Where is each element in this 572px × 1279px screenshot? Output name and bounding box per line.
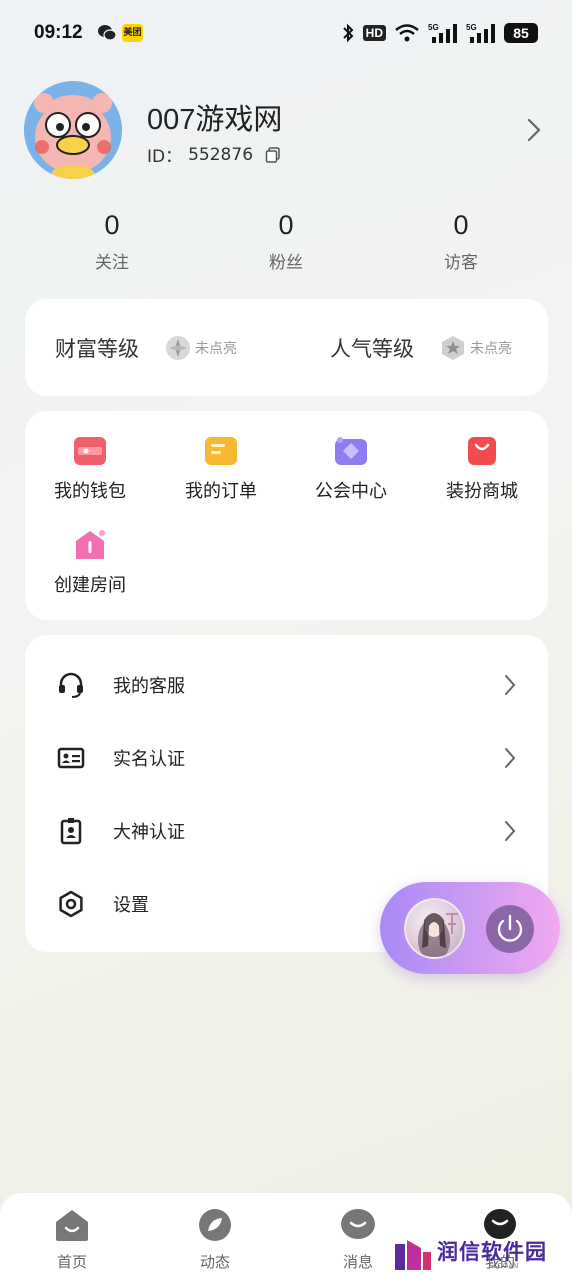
menu-label: 实名认证 — [113, 748, 185, 770]
signal-5g-icon: 5G — [466, 23, 495, 43]
menu-label: 设置 — [113, 894, 149, 916]
menu-label: 大神认证 — [113, 821, 185, 843]
meituan-icon: 美团 — [122, 24, 143, 42]
battery-icon: 85 — [504, 23, 538, 43]
profile-id-label: ID： — [147, 147, 183, 167]
wifi-icon — [395, 24, 419, 42]
watermark-text: 润信软件园 — [437, 1240, 547, 1264]
shortcut-shop[interactable]: 装扮商城 — [427, 435, 537, 503]
create-room-icon — [76, 530, 105, 559]
id-card-icon — [57, 747, 85, 768]
wealth-level[interactable]: 财富等级 未点亮 — [55, 299, 237, 396]
menu-label: 我的客服 — [113, 675, 185, 697]
chevron-right-icon[interactable] — [526, 117, 542, 143]
status-right: HD 5G 5G 85 — [341, 22, 538, 44]
svg-text:5G: 5G — [428, 23, 439, 32]
shortcut-label: 创建房间 — [54, 575, 126, 596]
menu-item-expert-verify[interactable]: 大神认证 — [25, 794, 548, 867]
stat-value: 0 — [104, 210, 120, 240]
level-status: 未点亮 — [470, 340, 512, 357]
status-bar: 09:12 美团 HD 5G 5G 85 — [0, 0, 572, 66]
power-icon — [497, 914, 523, 942]
level-title: 财富等级 — [55, 336, 139, 361]
chevron-right-icon — [505, 820, 516, 841]
watermark-logo-icon — [395, 1240, 431, 1270]
headset-icon — [59, 672, 83, 698]
gear-icon — [59, 890, 83, 917]
floating-room-widget[interactable] — [380, 882, 560, 974]
badge-card-icon — [60, 817, 82, 844]
shop-bag-icon — [468, 437, 496, 465]
avatar-pig-icon — [24, 81, 122, 179]
tab-feed[interactable]: 动态 — [175, 1207, 255, 1272]
copy-icon[interactable] — [265, 146, 281, 163]
tab-label: 动态 — [199, 1253, 230, 1271]
guild-icon — [335, 437, 367, 465]
stat-value: 0 — [278, 210, 294, 240]
watermark-slogan: SLOGAN — [489, 1263, 519, 1270]
hd-icon: HD — [362, 25, 386, 41]
chevron-right-icon — [505, 674, 516, 695]
stat-label: 关注 — [95, 253, 129, 273]
menu-item-real-name[interactable]: 实名认证 — [25, 721, 548, 794]
chevron-right-icon — [505, 747, 516, 768]
stat-label: 访客 — [444, 253, 478, 273]
profile-id: ID： 552876 — [147, 142, 281, 167]
shortcut-label: 我的钱包 — [54, 481, 126, 502]
shortcut-card: 我的钱包 我的订单 公会中心 装扮商城 创建房间 — [25, 411, 548, 620]
shortcut-label: 装扮商城 — [446, 481, 518, 502]
level-card: 财富等级 未点亮 人气等级 未点亮 — [25, 299, 548, 396]
profile-name: 007游戏网 — [147, 104, 283, 136]
wealth-badge-icon — [166, 335, 190, 360]
svg-text:5G: 5G — [466, 23, 477, 32]
shortcut-label: 我的订单 — [185, 481, 257, 502]
bluetooth-icon — [342, 23, 354, 43]
home-icon — [56, 1210, 88, 1241]
shortcut-orders[interactable]: 我的订单 — [166, 435, 276, 503]
level-status: 未点亮 — [195, 340, 237, 357]
wechat-icon — [98, 25, 117, 41]
tab-home[interactable]: 首页 — [32, 1207, 112, 1272]
stat-visitors[interactable]: 0 访客 — [401, 210, 521, 273]
message-icon — [341, 1209, 375, 1239]
status-time: 09:12 — [34, 22, 83, 43]
popularity-level[interactable]: 人气等级 未点亮 — [330, 299, 512, 396]
shortcut-wallet[interactable]: 我的钱包 — [35, 435, 145, 503]
shortcut-label: 公会中心 — [315, 481, 387, 502]
level-title: 人气等级 — [330, 336, 414, 361]
room-avatar-image-icon — [418, 913, 458, 957]
wallet-icon — [74, 437, 106, 465]
shortcut-guild[interactable]: 公会中心 — [296, 435, 406, 503]
stat-following[interactable]: 0 关注 — [52, 210, 172, 273]
avatar[interactable] — [24, 81, 122, 179]
stat-value: 0 — [453, 210, 469, 240]
stat-fans[interactable]: 0 粉丝 — [226, 210, 346, 273]
tab-label: 消息 — [342, 1253, 373, 1271]
tab-messages[interactable]: 消息 — [318, 1207, 398, 1272]
profile-id-value: 552876 — [188, 144, 254, 165]
watermark: 润信软件园 SLOGAN — [393, 1236, 563, 1276]
power-button[interactable] — [486, 905, 534, 953]
menu-item-customer-service[interactable]: 我的客服 — [25, 648, 548, 721]
shortcut-create-room[interactable]: 创建房间 — [35, 529, 145, 597]
stat-label: 粉丝 — [269, 253, 303, 273]
leaf-icon — [199, 1209, 231, 1241]
room-avatar[interactable] — [404, 898, 465, 959]
signal-5g-icon: 5G — [428, 23, 457, 43]
tab-label: 首页 — [56, 1253, 87, 1271]
order-icon — [205, 437, 237, 465]
popularity-badge-icon — [442, 335, 464, 360]
